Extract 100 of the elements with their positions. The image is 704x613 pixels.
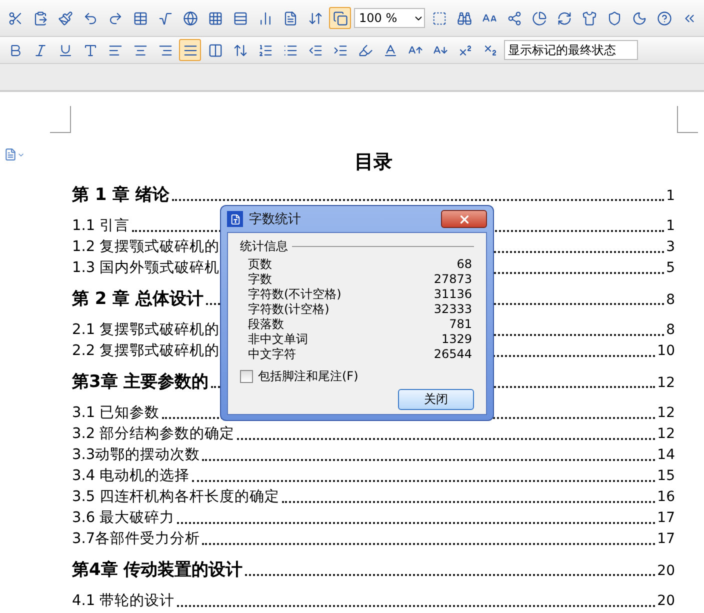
line-spacing-icon (232, 42, 248, 58)
numbered-list-icon (258, 42, 272, 58)
section-entry: 3.5 四连杆机构各杆长度的确定 (72, 488, 280, 507)
stat-value: 27873 (434, 272, 472, 287)
app-logo-icon (227, 211, 243, 227)
redo-icon (108, 10, 122, 26)
section-entry: 2.2 复摆鄂式破碎机的 (72, 342, 220, 361)
page-number: 1 (666, 217, 675, 236)
justify-icon (182, 42, 198, 58)
stat-value: 68 (456, 257, 472, 272)
refresh-icon (556, 10, 572, 26)
highlighter-icon (358, 42, 372, 58)
chapter-heading: 第4章 传动装置的设计 (72, 560, 243, 581)
markup-mode-select[interactable]: 显示标记的最终状态 (504, 40, 638, 60)
page-button[interactable] (329, 7, 351, 29)
justify-button[interactable] (179, 39, 201, 61)
page-number: 17 (657, 530, 675, 549)
section-entry: 3.7各部件受力分析 (72, 530, 200, 549)
stat-label: 字数 (248, 272, 272, 287)
page-number: 17 (657, 509, 675, 528)
close-button[interactable] (441, 210, 487, 228)
subscript-icon (482, 42, 498, 58)
crop-mark (677, 106, 698, 133)
moon-icon (632, 10, 646, 26)
rows-icon (232, 10, 248, 26)
align-right-icon (158, 42, 172, 58)
chapter-heading: 第 2 章 总体设计 (72, 289, 204, 310)
close-dialog-button[interactable]: 关闭 (398, 389, 474, 410)
superscript-icon (458, 42, 472, 58)
pie-icon (532, 10, 546, 26)
text-effect-icon (82, 42, 98, 58)
help-icon (656, 10, 672, 26)
group-label: 统计信息 (240, 238, 288, 255)
indent-icon (332, 42, 348, 58)
stat-label: 中文字符 (248, 347, 296, 362)
cut-icon (8, 10, 22, 26)
arrows-icon (308, 10, 322, 26)
dialog-title: 字数统计 (249, 211, 301, 228)
section-entry: 1.2 复摆颚式破碎机的 (72, 238, 220, 257)
document-icon[interactable] (4, 148, 17, 161)
section-entry: 3.2 部分结构参数的确定 (72, 424, 235, 444)
bars-icon (258, 10, 272, 26)
formula-icon (158, 10, 172, 26)
page-number: 3 (666, 238, 675, 257)
page-number: 8 (666, 321, 675, 340)
section-entry: 3.4 电动机的选择 (72, 467, 190, 486)
grid-icon (208, 10, 222, 26)
binoculars-icon (456, 10, 472, 26)
page-number: 8 (666, 291, 675, 310)
checkbox-label[interactable]: 包括脚注和尾注(F) (258, 368, 358, 385)
crop-mark (50, 106, 71, 133)
page-number: 12 (657, 404, 675, 423)
page-icon (332, 10, 348, 26)
zoom-field[interactable]: 100 % (354, 8, 425, 28)
section-entry: 1.1 引言 (72, 216, 130, 236)
distribute-icon (208, 42, 222, 58)
section-entry: 3.1 已知参数 (72, 404, 160, 423)
chapter-heading: 第 1 章 绪论 (72, 185, 170, 206)
font-color-icon (382, 42, 398, 58)
close-icon (458, 212, 470, 226)
page-number: 1 (666, 187, 675, 206)
undo-icon (82, 10, 98, 26)
outdent-icon (308, 42, 322, 58)
stat-value: 1329 (441, 332, 472, 347)
globe-icon (182, 10, 198, 26)
section-entry: 2.1 复摆鄂式破碎机的 (72, 321, 220, 340)
share-icon (506, 10, 522, 26)
section-entry: 4.1 带轮的设计 (72, 592, 175, 611)
section-entry: 3.6 最大破碎力 (72, 509, 175, 528)
underline-icon (58, 42, 72, 58)
stat-value: 781 (449, 317, 472, 332)
page-number: 15 (657, 467, 675, 486)
section-entry: 1.3 国内外颚式破碎机 (72, 259, 220, 278)
checkbox[interactable] (240, 370, 253, 383)
shield-icon (606, 10, 622, 26)
align-center-icon (132, 42, 148, 58)
paste-icon (32, 10, 48, 26)
table-icon (132, 10, 148, 26)
shirt-icon (582, 10, 596, 26)
toc-title: 目录 (354, 150, 394, 175)
stat-value: 32333 (434, 302, 472, 317)
page-number: 10 (657, 342, 675, 361)
stat-label: 非中文单词 (248, 332, 308, 347)
stat-value: 26544 (434, 347, 472, 362)
bullet-list-icon (282, 42, 298, 58)
page-number: 12 (657, 425, 675, 444)
section-entry: 3.3动鄂的摆动次数 (72, 446, 200, 465)
page-number: 12 (657, 374, 675, 393)
stat-label: 字符数(计空格) (248, 302, 330, 317)
stat-value: 31136 (434, 287, 472, 302)
stat-label: 段落数 (248, 317, 284, 332)
italic-icon (32, 42, 48, 58)
page-number: 5 (666, 259, 675, 278)
page-number: 20 (657, 562, 675, 581)
document-icon (282, 10, 298, 26)
page-number: 16 (657, 488, 675, 507)
chapter-heading: 第3章 主要参数的 (72, 372, 209, 393)
page-number: 20 (657, 592, 675, 611)
selection-icon (432, 10, 446, 26)
stat-label: 页数 (248, 257, 272, 272)
